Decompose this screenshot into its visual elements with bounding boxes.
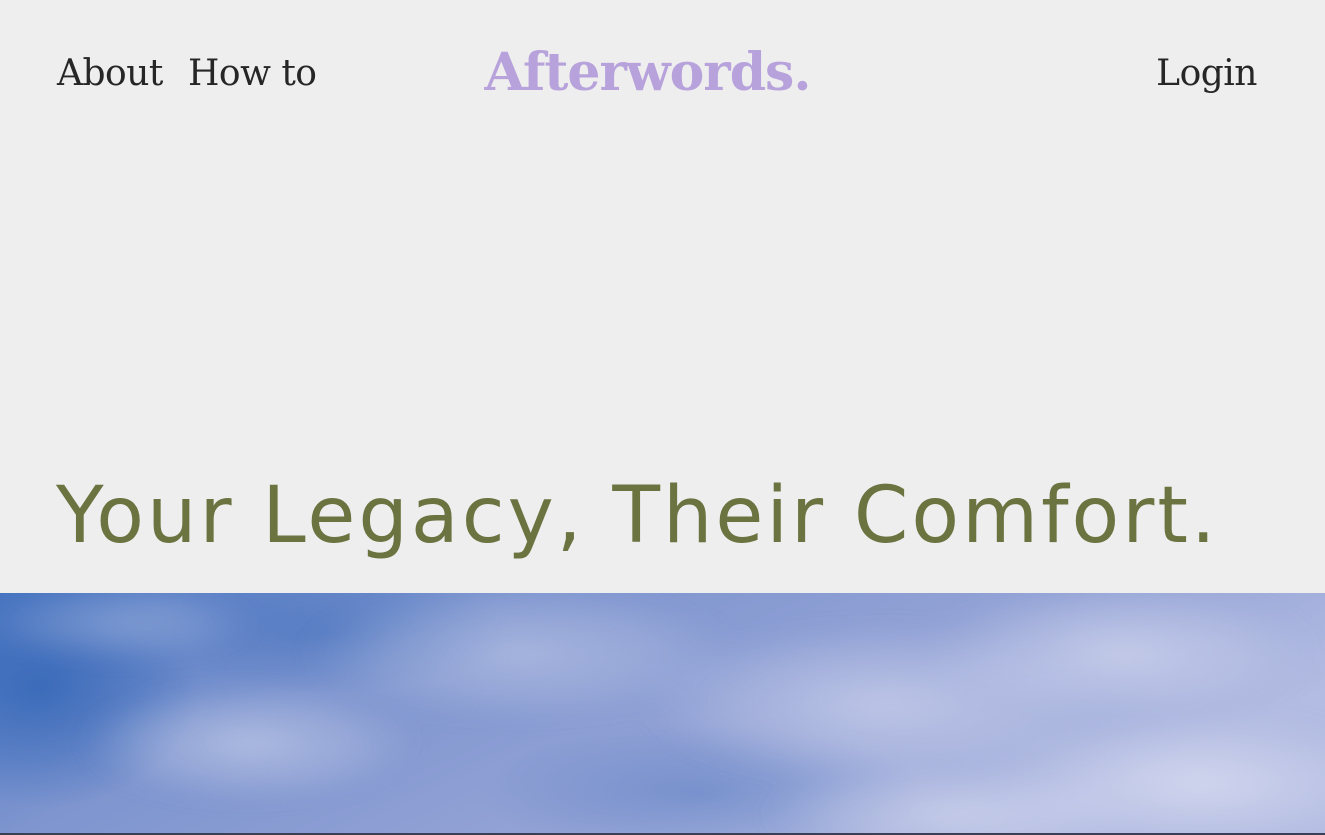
site-header: About How to Afterwords. Login [0, 0, 1325, 140]
site-logo[interactable]: Afterwords. [0, 42, 1325, 104]
hero-headline: Your Legacy, Their Comfort. [56, 471, 1219, 561]
login-link[interactable]: Login [1156, 50, 1257, 98]
sky-clouds-image [0, 593, 1325, 835]
